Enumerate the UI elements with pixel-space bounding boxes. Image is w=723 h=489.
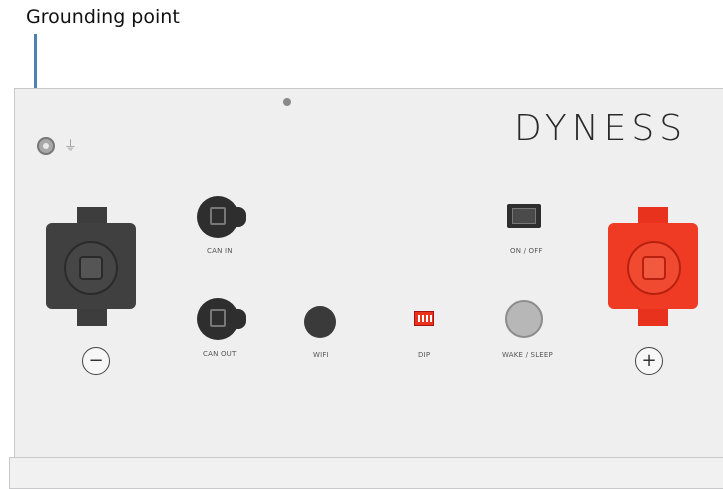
- wifi-module-icon: [304, 306, 336, 338]
- can-in-port-icon: [197, 196, 246, 238]
- panel-screw: [283, 98, 291, 106]
- ground-icon: ⏚: [64, 139, 78, 154]
- wake-sleep-label: WAKE / SLEEP: [502, 351, 553, 359]
- panel-base: [9, 457, 723, 489]
- wake-sleep-button: [505, 300, 543, 338]
- grounding-stud: [37, 137, 55, 155]
- can-in-label: CAN IN: [207, 247, 233, 255]
- positive-sign-icon: +: [635, 347, 663, 375]
- brand-logo: DYNESS: [514, 108, 688, 149]
- can-out-label: CAN OUT: [203, 350, 237, 358]
- dip-switch-icon: [414, 311, 434, 326]
- can-out-port-icon: [197, 298, 246, 340]
- wifi-label: WIFI: [313, 351, 329, 359]
- dip-label: DIP: [418, 351, 431, 359]
- negative-sign-icon: −: [82, 347, 110, 375]
- callout-label: Grounding point: [26, 6, 180, 28]
- power-switch-label: ON / OFF: [510, 247, 543, 255]
- power-switch-icon: [507, 204, 541, 228]
